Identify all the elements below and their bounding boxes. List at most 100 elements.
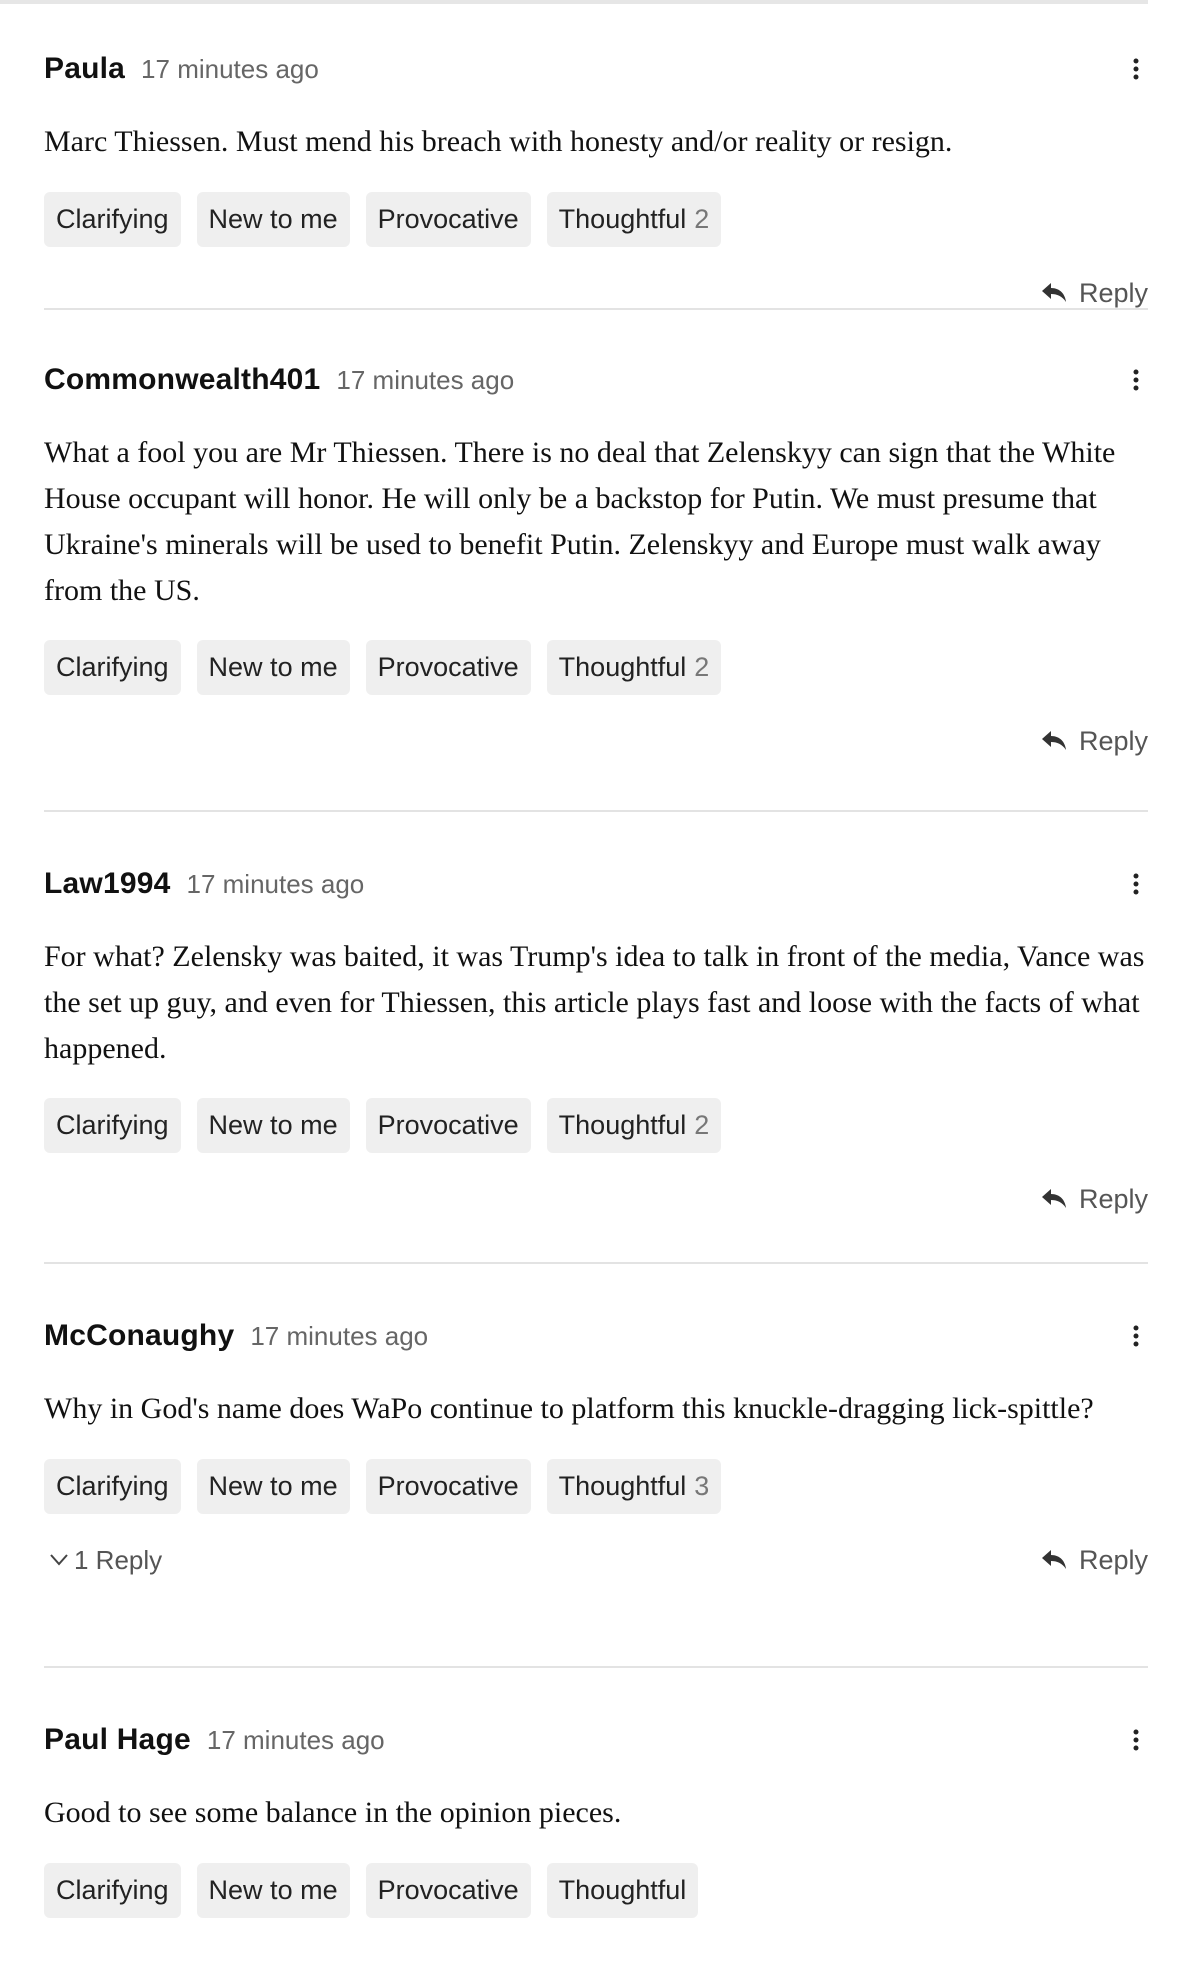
reaction-bar: Clarifying New to me Provocative Thought… [44,1863,1148,1918]
comment-header: Paul Hage 17 minutes ago [44,1720,1148,1760]
comment-footer: Reply [44,273,1148,313]
reaction-label: New to me [208,652,338,682]
reaction-bar: Clarifying New to me Provocative Thought… [44,1459,1148,1514]
comment-timestamp: 17 minutes ago [186,868,365,899]
comment-author[interactable]: McConaughy [44,1319,234,1353]
reaction-label: New to me [208,204,338,234]
chevron-down-icon [50,1554,68,1566]
reaction-label: Clarifying [56,1471,169,1501]
reaction-label: Clarifying [56,1875,169,1905]
reaction-thoughtful[interactable]: Thoughtful 3 [546,1459,722,1514]
reaction-label: Clarifying [56,204,169,234]
comment-body: For what? Zelensky was baited, it was Tr… [44,940,1145,1065]
reaction-label: Thoughtful [558,652,687,682]
reaction-clarifying[interactable]: Clarifying [44,1098,181,1153]
reaction-label: Thoughtful [558,1471,687,1501]
reaction-thoughtful[interactable]: Thoughtful 2 [546,640,722,695]
comment-body: Marc Thiessen. Must mend his breach with… [44,125,953,158]
comment-timestamp: 17 minutes ago [336,364,515,395]
reply-button[interactable]: Reply [1041,726,1148,757]
comment-feed: Paula 17 minutes ago Marc Thiessen. Must… [44,0,1148,1968]
reaction-count: 2 [694,652,710,682]
reaction-bar: Clarifying New to me Provocative Thought… [44,192,1148,247]
reaction-provocative[interactable]: Provocative [365,1863,531,1918]
more-options-icon[interactable] [1124,362,1148,398]
comment-body: Why in God's name does WaPo continue to … [44,1392,1094,1425]
replies-count-label: 1 Reply [74,1544,163,1575]
more-options-icon[interactable] [1124,866,1148,902]
reply-label: Reply [1078,725,1148,756]
more-options-icon[interactable] [1124,51,1148,87]
reaction-label: Clarifying [56,652,169,682]
comment-body: What a fool you are Mr Thiessen. There i… [44,436,1116,607]
reaction-bar: Clarifying New to me Provocative Thought… [44,1098,1148,1153]
comment-header: Law1994 17 minutes ago [44,864,1148,904]
reply-arrow-icon [1041,1550,1066,1569]
reaction-clarifying[interactable]: Clarifying [44,640,181,695]
reply-label: Reply [1078,1544,1148,1575]
reply-label: Reply [1078,277,1148,308]
comment-timestamp: 17 minutes ago [206,1724,385,1755]
reaction-new-to-me[interactable]: New to me [196,1459,350,1514]
reaction-new-to-me[interactable]: New to me [196,640,350,695]
reaction-count: 3 [694,1471,710,1501]
reaction-count: 2 [694,1110,710,1140]
reaction-bar: Clarifying New to me Provocative Thought… [44,640,1148,695]
comment: McConaughy 17 minutes ago Why in God's n… [44,1264,1148,1668]
reaction-label: New to me [208,1471,338,1501]
reply-arrow-icon [1041,1189,1066,1208]
reaction-label: Thoughtful [558,1110,687,1140]
reply-arrow-icon [1041,731,1066,750]
reaction-provocative[interactable]: Provocative [365,640,531,695]
reaction-label: Provocative [377,652,519,682]
reaction-new-to-me[interactable]: New to me [196,1863,350,1918]
comment-header: Commonwealth401 17 minutes ago [44,360,1148,400]
reply-label: Reply [1078,1183,1148,1214]
page-margin [1148,0,1196,1942]
reaction-provocative[interactable]: Provocative [365,1459,531,1514]
reply-button[interactable]: Reply [1041,1545,1148,1576]
reaction-count: 2 [694,204,710,234]
reaction-clarifying[interactable]: Clarifying [44,1459,181,1514]
reaction-new-to-me[interactable]: New to me [196,192,350,247]
comment: Law1994 17 minutes ago For what? Zelensk… [44,812,1148,1264]
reaction-label: New to me [208,1110,338,1140]
reply-arrow-icon [1041,283,1066,302]
reply-button[interactable]: Reply [1041,278,1148,309]
comment-body: Good to see some balance in the opinion … [44,1796,622,1829]
comment-footer: Reply [44,1179,1148,1219]
comment-author[interactable]: Paula [44,52,125,86]
comment-footer: Reply [44,721,1148,761]
comment: Commonwealth401 17 minutes ago What a fo… [44,310,1148,812]
more-options-icon[interactable] [1124,1722,1148,1758]
comment-timestamp: 17 minutes ago [250,1320,429,1351]
comment: Paula 17 minutes ago Marc Thiessen. Must… [44,0,1148,310]
reaction-new-to-me[interactable]: New to me [196,1098,350,1153]
reaction-thoughtful[interactable]: Thoughtful [546,1863,699,1918]
comment-author[interactable]: Paul Hage [44,1723,191,1757]
more-options-icon[interactable] [1124,1318,1148,1354]
reaction-clarifying[interactable]: Clarifying [44,192,181,247]
reaction-label: Provocative [377,1110,519,1140]
reaction-provocative[interactable]: Provocative [365,1098,531,1153]
reaction-label: Provocative [377,1471,519,1501]
reply-button[interactable]: Reply [1041,1184,1148,1215]
reaction-provocative[interactable]: Provocative [365,192,531,247]
reaction-label: New to me [208,1875,338,1905]
reaction-label: Thoughtful [558,204,687,234]
comment: Paul Hage 17 minutes ago Good to see som… [44,1668,1148,1968]
comment-footer: 1 Reply Reply [44,1540,1148,1580]
reaction-label: Thoughtful [558,1875,687,1905]
comment-author[interactable]: Commonwealth401 [44,363,320,397]
comment-timestamp: 17 minutes ago [141,53,319,84]
show-replies-toggle[interactable]: 1 Reply [50,1545,162,1576]
reaction-clarifying[interactable]: Clarifying [44,1863,181,1918]
reaction-label: Provocative [377,204,519,234]
comment-author[interactable]: Law1994 [44,867,170,901]
comment-header: Paula 17 minutes ago [44,49,1148,89]
reaction-label: Clarifying [56,1110,169,1140]
reaction-thoughtful[interactable]: Thoughtful 2 [546,192,722,247]
reaction-thoughtful[interactable]: Thoughtful 2 [546,1098,722,1153]
comment-header: McConaughy 17 minutes ago [44,1316,1148,1356]
reaction-label: Provocative [377,1875,519,1905]
